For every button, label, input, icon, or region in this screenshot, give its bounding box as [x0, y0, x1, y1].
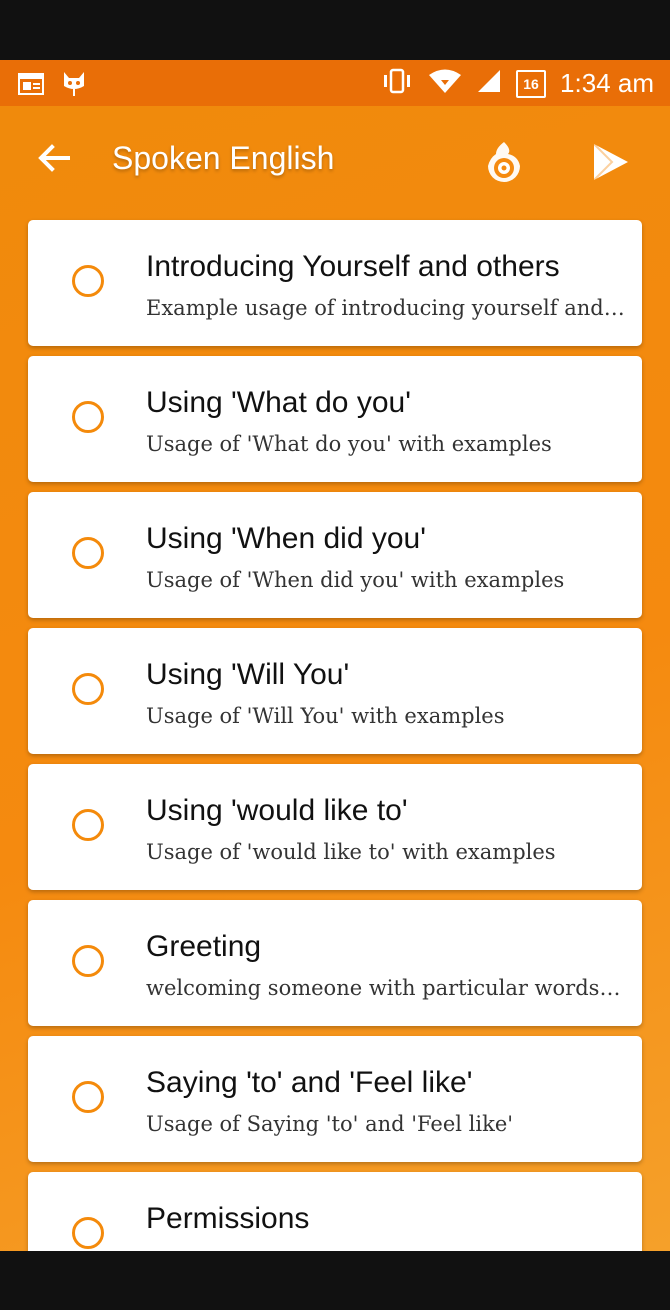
battery-icon: 16	[516, 69, 547, 98]
play-store-icon[interactable]	[588, 140, 632, 184]
top-black-bar	[0, 0, 670, 60]
list-item[interactable]: Introducing Yourself and others Example …	[28, 220, 642, 346]
list-item[interactable]: Using 'When did you' Usage of 'When did …	[28, 492, 642, 618]
wifi-icon	[428, 68, 462, 99]
radio-button[interactable]	[72, 809, 104, 841]
lesson-title: Greeting	[146, 930, 262, 963]
calendar-icon	[18, 71, 44, 100]
app-bar: Spoken English	[0, 106, 670, 214]
list-item[interactable]: Using 'Will You' Usage of 'Will You' wit…	[28, 628, 642, 754]
radio-button[interactable]	[72, 537, 104, 569]
lesson-list: Introducing Yourself and others Example …	[28, 220, 642, 1251]
list-item[interactable]: Using 'would like to' Usage of 'would li…	[28, 764, 642, 890]
lesson-title: Using 'Will You'	[146, 658, 350, 691]
lesson-subtitle: Usage of 'When did you' with examples	[146, 568, 565, 592]
lesson-title: Saying 'to' and 'Feel like'	[146, 1066, 473, 1099]
list-item[interactable]: Using 'What do you' Usage of 'What do yo…	[28, 356, 642, 482]
lesson-title: Introducing Yourself and others	[146, 250, 560, 283]
lesson-subtitle: Example usage of introducing yourself an…	[146, 296, 626, 320]
status-time: 1:34 am	[560, 68, 654, 98]
radio-button[interactable]	[72, 673, 104, 705]
lesson-title: Using 'would like to'	[146, 794, 408, 827]
radio-button[interactable]	[72, 1081, 104, 1113]
lesson-subtitle: Usage of 'would like to' with examples	[146, 840, 556, 864]
lesson-title: Using 'When did you'	[146, 522, 426, 555]
lesson-subtitle: welcoming someone with particular words …	[146, 976, 626, 1000]
radio-button[interactable]	[72, 1217, 104, 1249]
status-bar: 16 1:34 am	[0, 60, 670, 106]
cat-icon	[62, 70, 86, 101]
list-item[interactable]: Saying 'to' and 'Feel like' Usage of Say…	[28, 1036, 642, 1162]
radio-button[interactable]	[72, 945, 104, 977]
lesson-title: Using 'What do you'	[146, 386, 411, 419]
lesson-subtitle: Usage of 'Will You' with examples	[146, 704, 505, 728]
vibrate-icon	[380, 68, 414, 99]
bottom-black-bar	[0, 1251, 670, 1310]
lesson-subtitle: Usage of Saying 'to' and 'Feel like'	[146, 1112, 514, 1136]
page-title: Spoken English	[112, 140, 335, 176]
back-arrow-icon[interactable]	[34, 138, 74, 178]
app-screen: Spoken English Introducing Yourself and …	[0, 106, 670, 1251]
lesson-subtitle: Usage of 'What do you' with examples	[146, 432, 552, 456]
fire-disc-icon[interactable]	[482, 140, 526, 184]
radio-button[interactable]	[72, 401, 104, 433]
list-item[interactable]: Greeting welcoming someone with particul…	[28, 900, 642, 1026]
radio-button[interactable]	[72, 265, 104, 297]
list-item[interactable]: Permissions	[28, 1172, 642, 1251]
signal-icon	[476, 68, 502, 99]
lesson-title: Permissions	[146, 1202, 310, 1235]
